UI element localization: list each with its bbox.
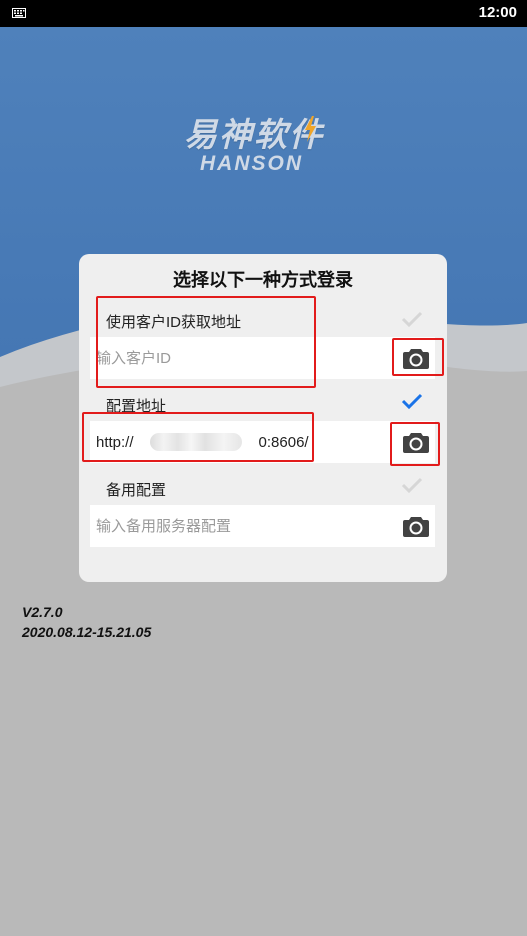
bolt-icon — [305, 116, 316, 142]
backup-config-input[interactable] — [96, 505, 386, 547]
backup-config-field — [90, 505, 435, 547]
annotation-box — [390, 422, 440, 466]
annotation-box — [392, 338, 444, 376]
logo-english-text: HANSON — [200, 152, 304, 175]
dialog-title: 选择以下一种方式登录 — [173, 270, 353, 290]
annotation-box — [96, 296, 316, 388]
status-time: 12:00 — [478, 4, 517, 21]
check-icon[interactable] — [401, 392, 423, 410]
check-icon[interactable] — [401, 310, 423, 328]
annotation-box — [82, 412, 314, 462]
brand-logo: 易神软件 HANSON — [180, 108, 350, 180]
status-bar: 12:00 — [0, 0, 527, 27]
keyboard-icon — [12, 8, 26, 18]
check-icon[interactable] — [401, 476, 423, 494]
camera-icon[interactable] — [403, 514, 429, 538]
build-timestamp: 2020.08.12-15.21.05 — [22, 624, 152, 640]
option-label-backup-config[interactable]: 备用配置 — [106, 479, 166, 500]
version-number: V2.7.0 — [22, 604, 63, 620]
